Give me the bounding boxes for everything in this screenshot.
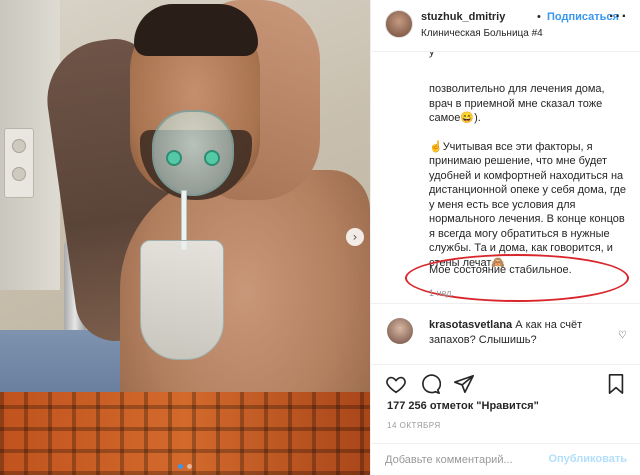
oxygen-mask xyxy=(152,110,234,196)
comment-like-icon[interactable]: ♡ xyxy=(618,330,627,341)
separator-dot: • xyxy=(537,11,541,23)
heart-icon[interactable] xyxy=(385,373,407,395)
carousel-dot[interactable] xyxy=(187,464,192,469)
caption-paragraph: позволительно для лечения дома, врач в п… xyxy=(429,83,605,124)
post-header: stuzhuk_dmitriy • Подписаться Клиническа… xyxy=(371,0,640,52)
publish-button[interactable]: Опубликовать xyxy=(548,453,627,465)
mask-valve-right xyxy=(204,150,220,166)
caption-cut-line: у xyxy=(429,52,435,58)
carousel-next-button[interactable]: › xyxy=(346,228,364,246)
reservoir-bag xyxy=(140,240,224,360)
likes-count[interactable]: 177 256 отметок "Нравится" xyxy=(387,400,539,412)
comment-item: krasotasvetlana А как на счёт запахов? С… xyxy=(371,306,640,364)
author-avatar[interactable] xyxy=(385,10,413,38)
commenter-username[interactable]: krasotasvetlana xyxy=(429,319,512,331)
bookmark-icon[interactable] xyxy=(605,373,627,395)
action-bar xyxy=(371,364,640,400)
hair xyxy=(134,4,258,56)
comment-text: krasotasvetlana А как на счёт запахов? С… xyxy=(429,318,609,348)
mask-valve-left xyxy=(166,150,182,166)
caption-paragraph: ☝️Учитывая все эти факторы, я принимаю р… xyxy=(429,140,627,269)
status-line: Мое состояние стабильное. xyxy=(429,264,572,276)
location-link[interactable]: Клиническая Больница #4 xyxy=(421,28,543,39)
share-icon[interactable] xyxy=(453,373,475,395)
commenter-avatar[interactable] xyxy=(387,318,413,344)
comment-input[interactable] xyxy=(385,452,565,468)
author-username[interactable]: stuzhuk_dmitriy xyxy=(421,11,505,23)
post-photo[interactable]: › xyxy=(0,0,370,475)
post-side-panel: stuzhuk_dmitriy • Подписаться Клиническа… xyxy=(370,0,640,475)
comment-icon[interactable] xyxy=(419,373,441,395)
carousel-dot[interactable] xyxy=(178,464,183,469)
caption-scroll-area[interactable]: у позволительно для лечения дома, врач в… xyxy=(371,52,640,304)
carousel-dots xyxy=(0,464,370,469)
caption-time-ago[interactable]: 1 нед. xyxy=(429,288,454,298)
wall-socket xyxy=(4,128,34,198)
plaid-pants xyxy=(0,392,370,475)
post-date[interactable]: 14 ОКТЯБРЯ xyxy=(387,421,441,430)
more-options-icon[interactable]: ··· xyxy=(609,8,628,26)
add-comment-bar: Опубликовать xyxy=(371,443,640,475)
